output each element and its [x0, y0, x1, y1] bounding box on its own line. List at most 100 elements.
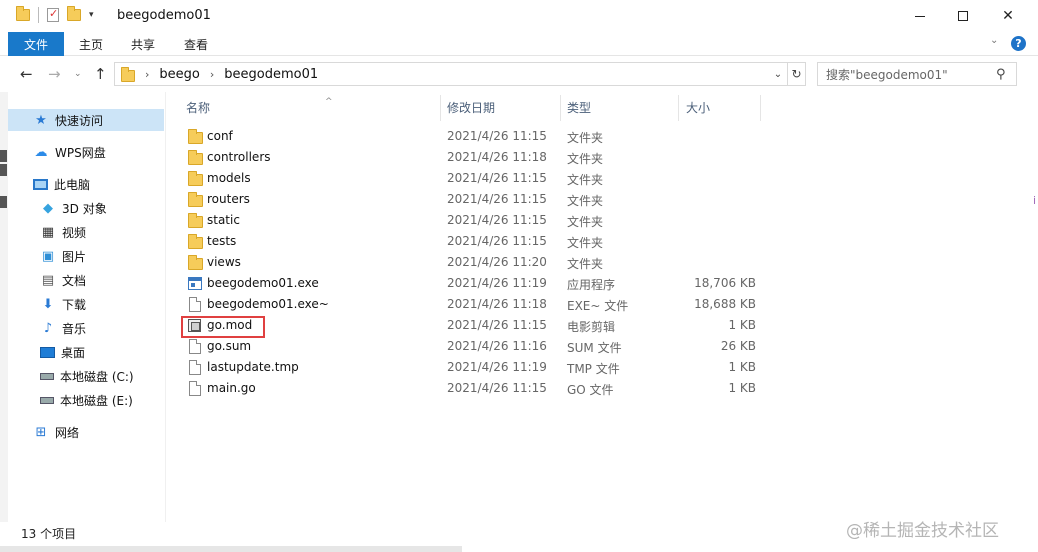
file-date: 2021/4/26 11:15 [447, 192, 547, 206]
file-name: tests [207, 234, 237, 248]
chevron-right-icon[interactable]: › [210, 68, 214, 81]
nav-pictures[interactable]: ▣ 图片 [8, 245, 164, 267]
breadcrumb-beegodemo01[interactable]: beegodemo01 [224, 67, 318, 82]
highlight-box [181, 316, 265, 338]
drive-icon [40, 372, 54, 380]
document-icon: ▤ [41, 272, 55, 288]
tab-home[interactable]: 主页 [79, 36, 103, 53]
file-row[interactable]: controllers 2021/4/26 11:18 文件夹 [181, 147, 761, 168]
maximize-button[interactable] [940, 0, 986, 32]
nav-wps-drive[interactable]: ☁ WPS网盘 [8, 141, 164, 163]
tab-file[interactable]: 文件 [8, 32, 64, 56]
customize-qat-arrow-icon[interactable]: ▾ [89, 10, 94, 20]
file-row[interactable]: tests 2021/4/26 11:15 文件夹 [181, 231, 761, 252]
nav-label: 下载 [62, 297, 87, 312]
file-size: 26 KB [720, 339, 756, 353]
folder-icon [188, 129, 203, 144]
folder-icon [121, 66, 135, 82]
column-divider[interactable] [678, 95, 679, 121]
file-row[interactable]: static 2021/4/26 11:15 文件夹 [181, 210, 761, 231]
nav-this-pc[interactable]: 此电脑 [8, 173, 164, 195]
address-bar[interactable]: › beego › beegodemo01 ⌄ [114, 62, 788, 86]
file-type: SUM 文件 [567, 341, 622, 355]
nav-videos[interactable]: ▦ 视频 [8, 221, 164, 243]
nav-downloads[interactable]: ⬇ 下载 [8, 293, 164, 315]
column-divider[interactable] [760, 95, 761, 121]
file-name: conf [207, 129, 233, 143]
file-row[interactable]: routers 2021/4/26 11:15 文件夹 [181, 189, 761, 210]
help-icon[interactable]: ? [1011, 36, 1026, 51]
new-folder-icon[interactable] [67, 6, 81, 21]
cloud-icon: ☁ [34, 144, 48, 160]
column-header-date[interactable]: 修改日期 [447, 99, 495, 115]
recent-locations-icon[interactable]: ⌄ [74, 69, 82, 79]
column-divider[interactable] [560, 95, 561, 121]
file-row[interactable]: models 2021/4/26 11:15 文件夹 [181, 168, 761, 189]
refresh-icon[interactable]: ↻ [788, 62, 806, 86]
nav-label: 3D 对象 [62, 201, 107, 216]
file-name: beegodemo01.exe~ [207, 297, 329, 311]
file-date: 2021/4/26 11:15 [447, 381, 547, 395]
quick-access-toolbar: ▾ [16, 6, 94, 23]
file-type: 文件夹 [567, 236, 604, 250]
address-dropdown-icon[interactable]: ⌄ [769, 63, 787, 85]
folder-icon[interactable] [16, 6, 30, 21]
file-row[interactable]: go.mod 2021/4/26 11:15 电影剪辑 1 KB [181, 315, 761, 336]
file-date: 2021/4/26 11:20 [447, 255, 547, 269]
network-icon: ⊞ [35, 424, 47, 440]
file-row[interactable]: conf 2021/4/26 11:15 文件夹 [181, 126, 761, 147]
file-date: 2021/4/26 11:18 [447, 297, 547, 311]
column-header-size[interactable]: 大小 [686, 99, 710, 115]
folder-icon [188, 213, 203, 228]
file-row[interactable]: views 2021/4/26 11:20 文件夹 [181, 252, 761, 273]
nav-label: 网络 [55, 425, 80, 440]
computer-icon [33, 178, 48, 190]
nav-3d-objects[interactable]: ◆ 3D 对象 [8, 197, 164, 219]
background-fragment [0, 150, 7, 162]
column-header-type[interactable]: 类型 [567, 99, 591, 115]
nav-documents[interactable]: ▤ 文档 [8, 269, 164, 291]
nav-desktop[interactable]: 桌面 [8, 341, 164, 363]
window-title: beegodemo01 [117, 8, 211, 23]
tab-view[interactable]: 查看 [184, 36, 208, 53]
file-type: 文件夹 [567, 257, 604, 271]
file-type: 文件夹 [567, 173, 604, 187]
file-row[interactable]: beegodemo01.exe~ 2021/4/26 11:18 EXE~ 文件… [181, 294, 761, 315]
file-icon [189, 360, 201, 375]
search-icon[interactable]: ⚲ [996, 67, 1006, 82]
nav-quick-access[interactable]: ★ 快速访问 [8, 109, 164, 131]
file-row[interactable]: beegodemo01.exe 2021/4/26 11:19 应用程序 18,… [181, 273, 761, 294]
column-divider[interactable] [440, 95, 441, 121]
file-date: 2021/4/26 11:15 [447, 318, 547, 332]
tab-share[interactable]: 共享 [131, 36, 155, 53]
file-name: routers [207, 192, 250, 206]
folder-icon [188, 171, 203, 186]
close-button[interactable]: ✕ [985, 0, 1031, 32]
nav-drive-c[interactable]: 本地磁盘 (C:) [8, 365, 164, 387]
file-row[interactable]: main.go 2021/4/26 11:15 GO 文件 1 KB [181, 378, 761, 399]
minimize-button[interactable] [897, 0, 943, 32]
file-type: EXE~ 文件 [567, 299, 629, 313]
file-row[interactable]: go.sum 2021/4/26 11:16 SUM 文件 26 KB [181, 336, 761, 357]
nav-drive-e[interactable]: 本地磁盘 (E:) [8, 389, 164, 411]
file-row[interactable]: lastupdate.tmp 2021/4/26 11:19 TMP 文件 1 … [181, 357, 761, 378]
breadcrumb-beego[interactable]: beego [159, 67, 199, 82]
column-header-name[interactable]: 名称 ^ [186, 97, 333, 115]
background-window-edge [0, 92, 8, 522]
file-date: 2021/4/26 11:16 [447, 339, 547, 353]
nav-label: 此电脑 [54, 177, 91, 192]
ribbon-expand-icon[interactable]: ⌄ [990, 35, 998, 46]
file-date: 2021/4/26 11:18 [447, 150, 547, 164]
file-icon [189, 339, 201, 354]
forward-arrow-icon[interactable]: → [48, 65, 61, 83]
background-fragment [0, 196, 7, 208]
back-arrow-icon[interactable]: ← [20, 65, 33, 83]
search-input[interactable]: 搜索"beegodemo01" [817, 62, 1017, 86]
nav-music[interactable]: ♪ 音乐 [8, 317, 164, 339]
nav-network[interactable]: ⊞ 网络 [8, 421, 164, 443]
star-icon: ★ [35, 112, 47, 128]
chevron-right-icon[interactable]: › [145, 68, 149, 81]
properties-icon[interactable] [47, 7, 59, 22]
file-date: 2021/4/26 11:19 [447, 360, 547, 374]
up-arrow-icon[interactable]: ↑ [94, 65, 107, 83]
